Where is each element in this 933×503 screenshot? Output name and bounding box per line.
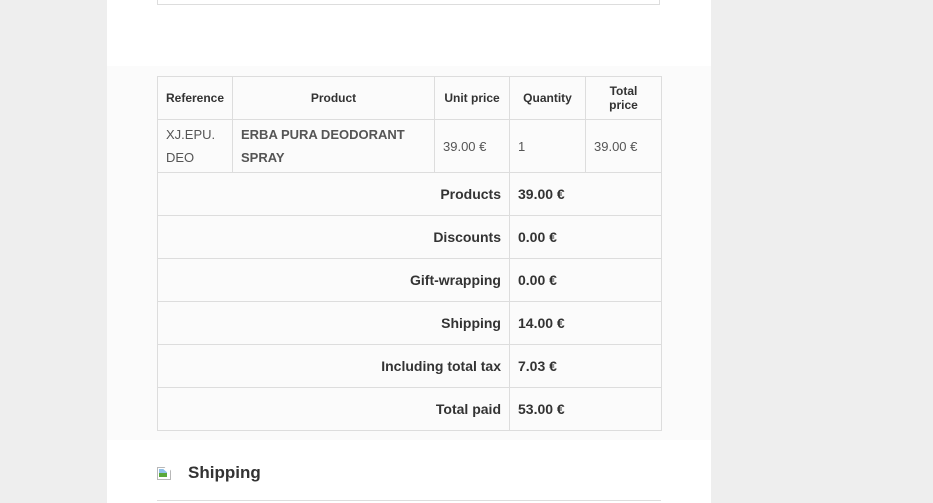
summary-value: 0.00 € xyxy=(509,215,662,259)
summary-label: Discounts xyxy=(157,215,510,259)
summary-value: 53.00 € xyxy=(509,387,662,431)
summary-row-shipping: Shipping 14.00 € xyxy=(157,301,662,345)
broken-image-icon xyxy=(157,463,174,481)
order-summary-section: Reference Product Unit price Quantity To… xyxy=(107,66,711,440)
item-product-name: ERBA PURA DEODORANT SPRAY xyxy=(232,119,435,173)
column-header-reference: Reference xyxy=(157,76,233,120)
shipping-section-heading: Shipping xyxy=(157,462,261,484)
summary-row-discounts: Discounts 0.00 € xyxy=(157,215,662,259)
summary-label: Shipping xyxy=(157,301,510,345)
item-quantity: 1 xyxy=(509,119,586,173)
summary-row-total-paid: Total paid 53.00 € xyxy=(157,387,662,431)
email-content: Reference Product Unit price Quantity To… xyxy=(107,0,711,503)
previous-section-box xyxy=(157,0,660,5)
table-header-row: Reference Product Unit price Quantity To… xyxy=(157,76,662,120)
item-reference: XJ.EPU.DEO xyxy=(157,119,233,173)
summary-row-products: Products 39.00 € xyxy=(157,172,662,216)
summary-label: Including total tax xyxy=(157,344,510,388)
summary-value: 39.00 € xyxy=(509,172,662,216)
summary-value: 0.00 € xyxy=(509,258,662,302)
column-header-quantity: Quantity xyxy=(509,76,586,120)
shipping-title: Shipping xyxy=(188,463,261,482)
summary-label: Total paid xyxy=(157,387,510,431)
summary-row-gift-wrapping: Gift-wrapping 0.00 € xyxy=(157,258,662,302)
column-header-total-price: Total price xyxy=(585,76,662,120)
next-section-border xyxy=(157,500,661,501)
summary-label: Products xyxy=(157,172,510,216)
summary-label: Gift-wrapping xyxy=(157,258,510,302)
order-table: Reference Product Unit price Quantity To… xyxy=(157,76,662,431)
column-header-product: Product xyxy=(232,76,435,120)
summary-value: 14.00 € xyxy=(509,301,662,345)
column-header-unit-price: Unit price xyxy=(434,76,510,120)
summary-row-tax: Including total tax 7.03 € xyxy=(157,344,662,388)
summary-value: 7.03 € xyxy=(509,344,662,388)
item-unit-price: 39.00 € xyxy=(434,119,510,173)
table-row: XJ.EPU.DEO ERBA PURA DEODORANT SPRAY 39.… xyxy=(157,119,662,173)
item-total-price: 39.00 € xyxy=(585,119,662,173)
